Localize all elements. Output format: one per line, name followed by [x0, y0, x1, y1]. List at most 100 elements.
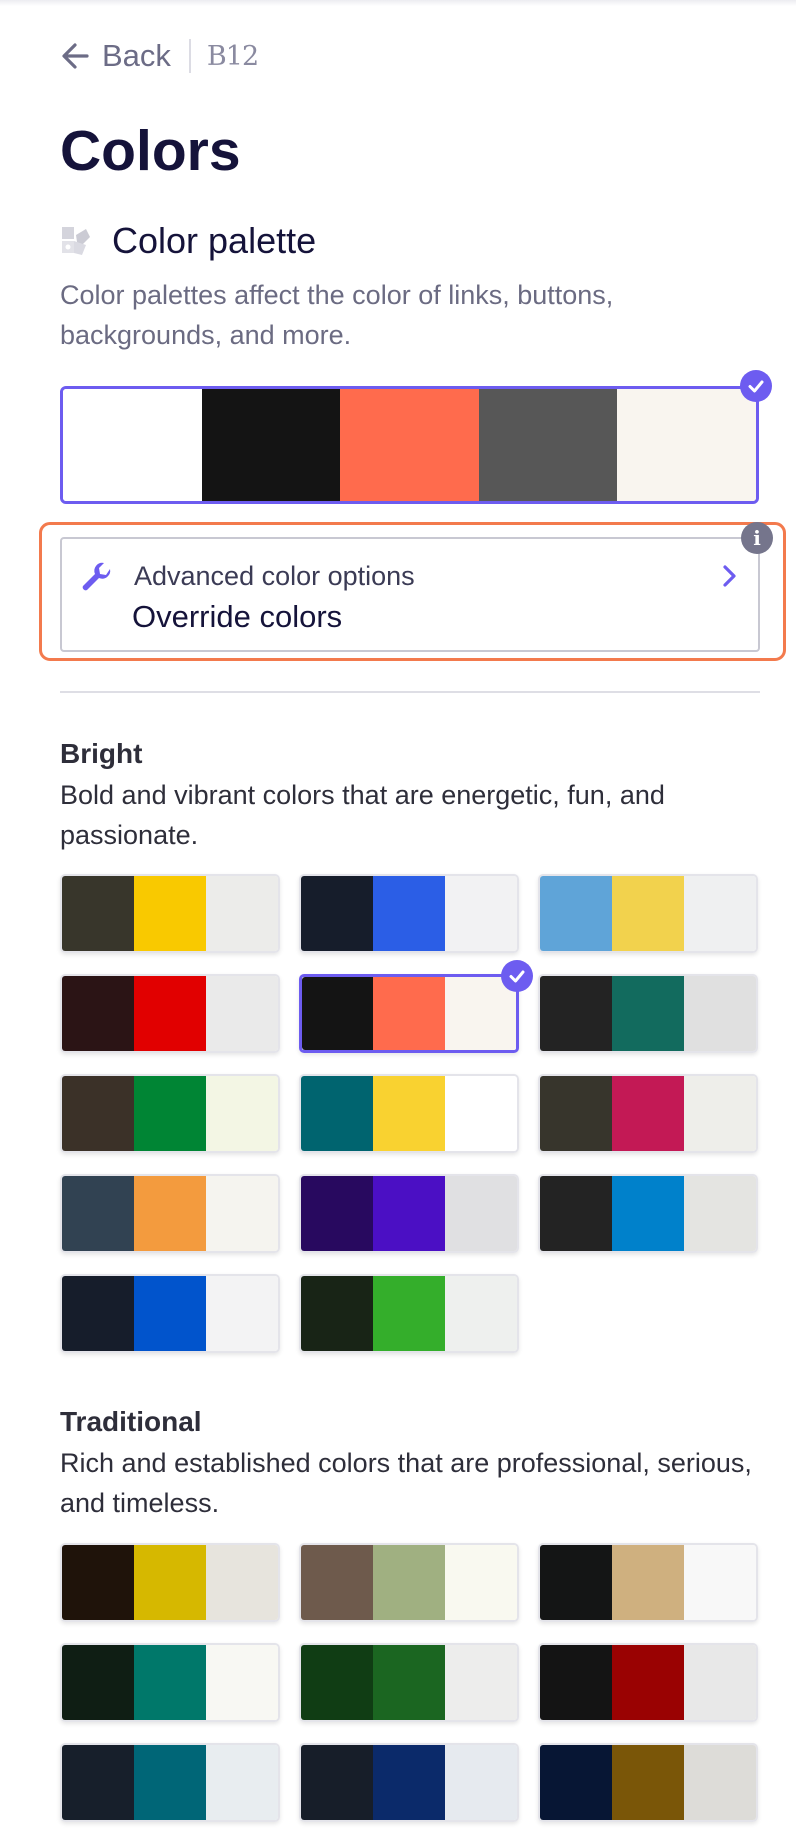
palette-swatch	[301, 876, 373, 951]
palette-swatch	[206, 1176, 278, 1251]
selected-palette-preview[interactable]	[60, 386, 759, 504]
palette-swatch	[302, 977, 374, 1050]
info-icon[interactable]: i	[741, 522, 773, 554]
section-title: Color palette	[112, 220, 317, 261]
palette-swatch	[340, 389, 479, 501]
brand-logo: B12	[206, 40, 259, 72]
palette-swatch	[134, 1745, 206, 1820]
top-nav: Back B12	[60, 36, 259, 76]
paint-swatch-icon	[62, 227, 90, 255]
section-description: Color palettes affect the color of links…	[60, 280, 614, 350]
palette-swatch	[206, 976, 278, 1051]
palette-swatch	[445, 1745, 517, 1820]
palette-option[interactable]	[538, 1743, 758, 1822]
palette-swatch	[540, 1545, 612, 1620]
palette-swatch	[445, 1645, 517, 1720]
advanced-color-options-button[interactable]: Advanced color options Override colors	[60, 537, 760, 652]
palette-swatch	[445, 1176, 517, 1251]
palette-option[interactable]	[60, 1643, 280, 1722]
palette-swatch	[134, 1176, 206, 1251]
palette-option[interactable]	[538, 874, 758, 953]
palette-option[interactable]	[299, 960, 533, 1053]
palette-swatch	[206, 1545, 278, 1620]
palette-swatch	[62, 1745, 134, 1820]
section-divider	[60, 691, 760, 693]
palette-swatch	[540, 1645, 612, 1720]
palette-swatch	[134, 1276, 206, 1351]
palette-swatch	[373, 977, 445, 1050]
palette-option[interactable]	[538, 1643, 758, 1722]
palette-swatch	[684, 976, 756, 1051]
chevron-right-icon	[723, 565, 736, 587]
palette-swatch	[684, 1545, 756, 1620]
group-description-traditional: Rich and established colors that are pro…	[60, 1448, 752, 1518]
advanced-options-label: Advanced color options	[134, 561, 415, 591]
palette-swatch	[540, 1745, 612, 1820]
palette-swatch	[301, 1745, 373, 1820]
palette-option[interactable]	[299, 1274, 519, 1353]
palette-option[interactable]	[60, 874, 280, 953]
palette-swatch	[445, 1545, 517, 1620]
palette-option[interactable]	[60, 974, 280, 1053]
palette-swatch	[301, 1176, 373, 1251]
palette-option[interactable]	[299, 1174, 519, 1253]
palette-swatch	[62, 976, 134, 1051]
palette-swatch	[301, 1276, 373, 1351]
palette-swatch	[206, 1076, 278, 1151]
palette-swatch	[373, 876, 445, 951]
palette-swatch	[684, 1745, 756, 1820]
palette-swatch	[301, 1645, 373, 1720]
palette-option[interactable]	[538, 1074, 758, 1153]
palette-option[interactable]	[299, 1074, 519, 1153]
selected-check-icon	[740, 370, 772, 402]
palette-grid-traditional	[60, 1543, 760, 1822]
palette-swatch	[612, 1745, 684, 1820]
palette-swatch	[373, 1276, 445, 1351]
palette-swatch	[373, 1745, 445, 1820]
palette-swatch	[62, 1276, 134, 1351]
palette-swatch	[62, 1076, 134, 1151]
palette-swatch	[62, 876, 134, 951]
palette-swatch	[540, 976, 612, 1051]
palette-swatch	[540, 876, 612, 951]
palette-swatch	[444, 977, 516, 1050]
palette-option[interactable]	[60, 1074, 280, 1153]
palette-swatch	[62, 1176, 134, 1251]
palette-swatch	[478, 389, 618, 501]
palette-swatch	[612, 1176, 684, 1251]
palette-swatch	[373, 1645, 445, 1720]
back-button[interactable]: Back	[60, 38, 171, 74]
palette-option[interactable]	[299, 1543, 519, 1622]
palette-swatch	[301, 1076, 373, 1151]
palette-option[interactable]	[299, 1743, 519, 1822]
palette-swatch	[445, 876, 517, 951]
palette-swatch	[134, 1545, 206, 1620]
palette-option[interactable]	[538, 974, 758, 1053]
palette-option[interactable]	[60, 1743, 280, 1822]
palette-option[interactable]	[538, 1174, 758, 1253]
palette-swatch	[62, 1645, 134, 1720]
palette-swatch	[301, 1545, 373, 1620]
top-shadow	[0, 0, 796, 6]
palette-swatch	[62, 1545, 134, 1620]
group-description-bright: Bold and vibrant colors that are energet…	[60, 780, 665, 850]
palette-swatch	[540, 1076, 612, 1151]
palette-swatch	[617, 389, 756, 501]
palette-option[interactable]	[60, 1543, 280, 1622]
palette-swatch	[63, 389, 202, 501]
palette-option[interactable]	[60, 1274, 280, 1353]
palette-swatch	[445, 1276, 517, 1351]
palette-option[interactable]	[60, 1174, 280, 1253]
nav-separator	[188, 39, 191, 73]
palette-swatch	[373, 1176, 445, 1251]
color-palette-header: Color palette	[60, 220, 316, 262]
palette-swatch	[612, 876, 684, 951]
palette-swatch	[684, 1645, 756, 1720]
palette-swatch	[206, 1276, 278, 1351]
palette-option[interactable]	[299, 874, 519, 953]
arrow-left-icon	[62, 43, 89, 69]
palette-option[interactable]	[538, 1543, 758, 1622]
palette-option[interactable]	[299, 1643, 519, 1722]
palette-swatch	[684, 1076, 756, 1151]
palette-swatch	[612, 1076, 684, 1151]
